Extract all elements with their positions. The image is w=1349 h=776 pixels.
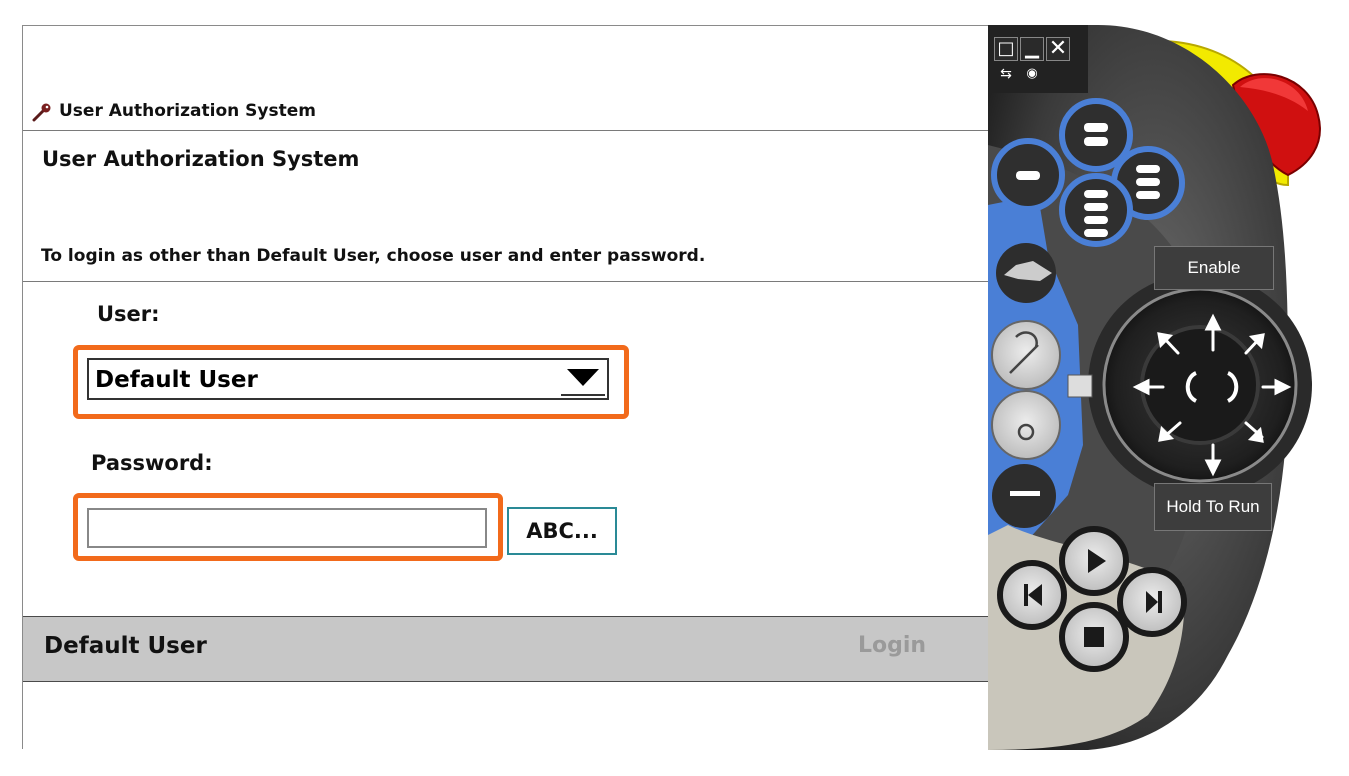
- current-user: Default User: [44, 633, 207, 659]
- maximize-icon[interactable]: □: [994, 37, 1018, 61]
- dropdown-arrow-icon[interactable]: [561, 364, 605, 396]
- user-label: User:: [97, 302, 160, 326]
- window-title: User Authorization System: [59, 101, 316, 121]
- close-icon[interactable]: ✕: [1046, 37, 1070, 61]
- user-select[interactable]: Default User: [87, 358, 609, 400]
- keyboard-button[interactable]: ABC...: [507, 507, 617, 555]
- login-button[interactable]: Login: [858, 633, 926, 658]
- key-icon: [32, 103, 51, 122]
- minimize-icon[interactable]: ▁: [1020, 37, 1044, 61]
- password-label: Password:: [91, 451, 213, 475]
- enable-button[interactable]: Enable: [1154, 246, 1274, 290]
- page-title: User Authorization System: [42, 147, 360, 171]
- user-authorization-window: User Authorization System User Authoriza…: [22, 25, 989, 749]
- status-bar: Default User Login: [23, 616, 989, 682]
- hold-to-run-button[interactable]: Hold To Run: [1154, 483, 1272, 531]
- flexpendant: □ ▁ ✕ ⇆ ◉ Enable Hold To Run: [988, 25, 1349, 750]
- login-instruction: To login as other than Default User, cho…: [41, 246, 706, 266]
- window-title-bar: User Authorization System: [23, 96, 989, 131]
- swap-icon[interactable]: ⇆: [994, 65, 1018, 85]
- camera-icon[interactable]: ◉: [1020, 65, 1044, 85]
- password-input[interactable]: [87, 508, 487, 548]
- user-select-value: Default User: [95, 367, 258, 393]
- divider: [23, 281, 989, 282]
- flexpendant-body: [988, 25, 1321, 750]
